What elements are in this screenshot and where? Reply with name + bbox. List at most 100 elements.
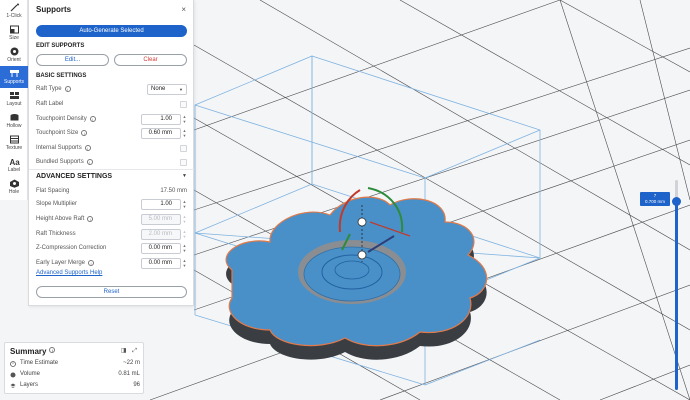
info-icon[interactable]: i [87, 216, 94, 222]
texture-icon [9, 135, 19, 144]
tool-label: Size [9, 35, 19, 41]
divider [29, 169, 194, 170]
edit-button[interactable]: Edit... [36, 54, 109, 66]
internal-supports-label: Internal Supports [36, 145, 82, 151]
panel-header: Supports × [29, 0, 193, 20]
layer-slider-fill [675, 200, 678, 390]
advanced-settings-toggle[interactable]: ADVANCED SETTINGS ▼ [36, 173, 187, 180]
supports-panel: Supports × Auto-Generate Selected EDIT S… [28, 0, 194, 306]
height-above-raft-input: 5.00 mm [141, 214, 181, 225]
info-icon[interactable]: i [88, 260, 95, 266]
early-layer-merge-label: Early Layer Merge [36, 260, 86, 266]
touchpoint-size-label: Touchpoint Size [36, 130, 79, 136]
info-icon[interactable]: i [86, 159, 93, 165]
layer-height: 0.700 mm [644, 199, 665, 204]
z-compression-row: Z-Compression Correction 0.00 mm ▲ ▼ [36, 243, 187, 255]
tool-layout[interactable]: Layout [0, 88, 28, 110]
hollow-icon [10, 114, 18, 121]
tool-supports[interactable]: Supports [0, 66, 28, 88]
tool-label[interactable]: Aa Label [0, 154, 28, 176]
flat-spacing-label: Flat Spacing [36, 188, 70, 194]
raft-thickness-row: Raft Thickness 2.00 mm ▲ ▼ [36, 229, 187, 241]
stepper-icon[interactable]: ▲ ▼ [182, 258, 187, 268]
touchpoint-density-input[interactable]: 1.00 [141, 114, 181, 125]
info-icon[interactable]: i [49, 347, 56, 353]
size-icon [9, 25, 19, 34]
raft-type-value: None [151, 86, 166, 92]
supports-icon [9, 70, 19, 77]
raft-type-label: Raft Type [36, 86, 62, 92]
tool-label: Label [7, 167, 21, 173]
raft-label-row: Raft Label [36, 99, 187, 111]
info-icon[interactable]: i [89, 116, 96, 122]
chevron-down-icon: ▼ [182, 173, 187, 179]
summary-row-time: Time Estimate ~22 m [10, 360, 140, 369]
info-icon[interactable]: i [84, 145, 91, 151]
tool-hole[interactable]: Hole [0, 176, 28, 198]
tool-size[interactable]: Size [0, 22, 28, 44]
tool-1-click[interactable]: 1-Click [0, 0, 28, 22]
layers-label: Layers [20, 382, 39, 388]
tool-orient[interactable]: Orient [0, 44, 28, 66]
slope-multiplier-label: Slope Multiplier [36, 201, 78, 207]
bundled-supports-checkbox[interactable] [180, 159, 187, 166]
layer-slider-thumb[interactable] [672, 197, 681, 206]
internal-supports-row: Internal Supports i [36, 143, 187, 155]
basic-settings-title: BASIC SETTINGS [36, 73, 87, 79]
reset-button[interactable]: Reset [36, 286, 187, 298]
expand-icon[interactable]: ⤢ [132, 348, 137, 354]
raft-type-select[interactable]: None ▼ [147, 84, 187, 95]
tool-hollow[interactable]: Hollow [0, 110, 28, 132]
tool-label: Orient [7, 57, 21, 63]
height-above-raft-row: Height Above Raft i 5.00 mm ▲ ▼ [36, 214, 187, 226]
time-estimate-label: Time Estimate [20, 360, 59, 366]
touchpoint-size-input[interactable]: 0.60 mm [141, 128, 181, 139]
bundled-supports-row: Bundled Supports i [36, 157, 187, 169]
flat-spacing-value: 17.50 mm [160, 188, 187, 194]
info-icon[interactable]: i [81, 130, 88, 136]
touchpoint-density-label: Touchpoint Density [36, 116, 87, 122]
layout-icon [9, 92, 19, 99]
layers-value: 96 [133, 382, 140, 388]
close-icon[interactable]: × [181, 5, 186, 14]
stepper-icon[interactable]: ▲ ▼ [182, 114, 187, 124]
internal-supports-checkbox[interactable] [180, 145, 187, 152]
stepper-icon[interactable]: ▲ ▼ [182, 199, 187, 209]
summary-title: Summary i [10, 347, 56, 356]
stepper-icon[interactable]: ▲ ▼ [182, 243, 187, 253]
early-layer-merge-input[interactable]: 0.00 mm [141, 258, 181, 269]
raft-thickness-input: 2.00 mm [141, 229, 181, 240]
touchpoint-density-row: Touchpoint Density i 1.00 ▲ ▼ [36, 114, 187, 126]
clear-button[interactable]: Clear [114, 54, 187, 66]
stepper-icon: ▲ ▼ [182, 229, 187, 239]
auto-generate-button[interactable]: Auto-Generate Selected [36, 25, 187, 37]
touchpoint-size-row: Touchpoint Size i 0.60 mm ▲ ▼ [36, 128, 187, 140]
edit-supports-title: EDIT SUPPORTS [36, 43, 85, 49]
info-icon[interactable]: i [64, 86, 71, 92]
summary-actions: ◨ ⤢ [121, 347, 137, 355]
tool-label: Texture [5, 145, 23, 151]
summary-panel: Summary i ◨ ⤢ Time Estimate ~22 m Volume … [4, 342, 144, 394]
magic-wand-icon [10, 3, 19, 12]
orient-icon [10, 47, 18, 56]
left-toolbar: 1-Click Size Orient Supports Layout Holl… [0, 0, 28, 200]
time-estimate-value: ~22 m [123, 360, 140, 366]
panel-toggle-icon[interactable]: ◨ [121, 348, 127, 354]
chevron-down-icon: ▼ [179, 87, 183, 92]
svg-text:Aa: Aa [9, 158, 20, 166]
volume-value: 0.81 mL [118, 371, 140, 377]
advanced-supports-help-link[interactable]: Advanced Supports Help [36, 270, 102, 276]
stepper-icon: ▲ ▼ [182, 214, 187, 224]
raft-thickness-label: Raft Thickness [36, 231, 76, 237]
raft-label-label: Raft Label [36, 101, 64, 107]
advanced-settings-title: ADVANCED SETTINGS [36, 173, 113, 180]
layers-icon [10, 383, 16, 388]
z-compression-input[interactable]: 0.00 mm [141, 243, 181, 254]
slope-multiplier-input[interactable]: 1.00 [141, 199, 181, 210]
tool-texture[interactable]: Texture [0, 132, 28, 154]
layer-slider-tooltip: 7 0.700 mm [640, 192, 670, 206]
stepper-icon[interactable]: ▲ ▼ [182, 128, 187, 138]
panel-title: Supports [36, 5, 72, 14]
raft-label-checkbox[interactable] [180, 101, 187, 108]
early-layer-merge-row: Early Layer Merge i 0.00 mm ▲ ▼ [36, 258, 187, 270]
